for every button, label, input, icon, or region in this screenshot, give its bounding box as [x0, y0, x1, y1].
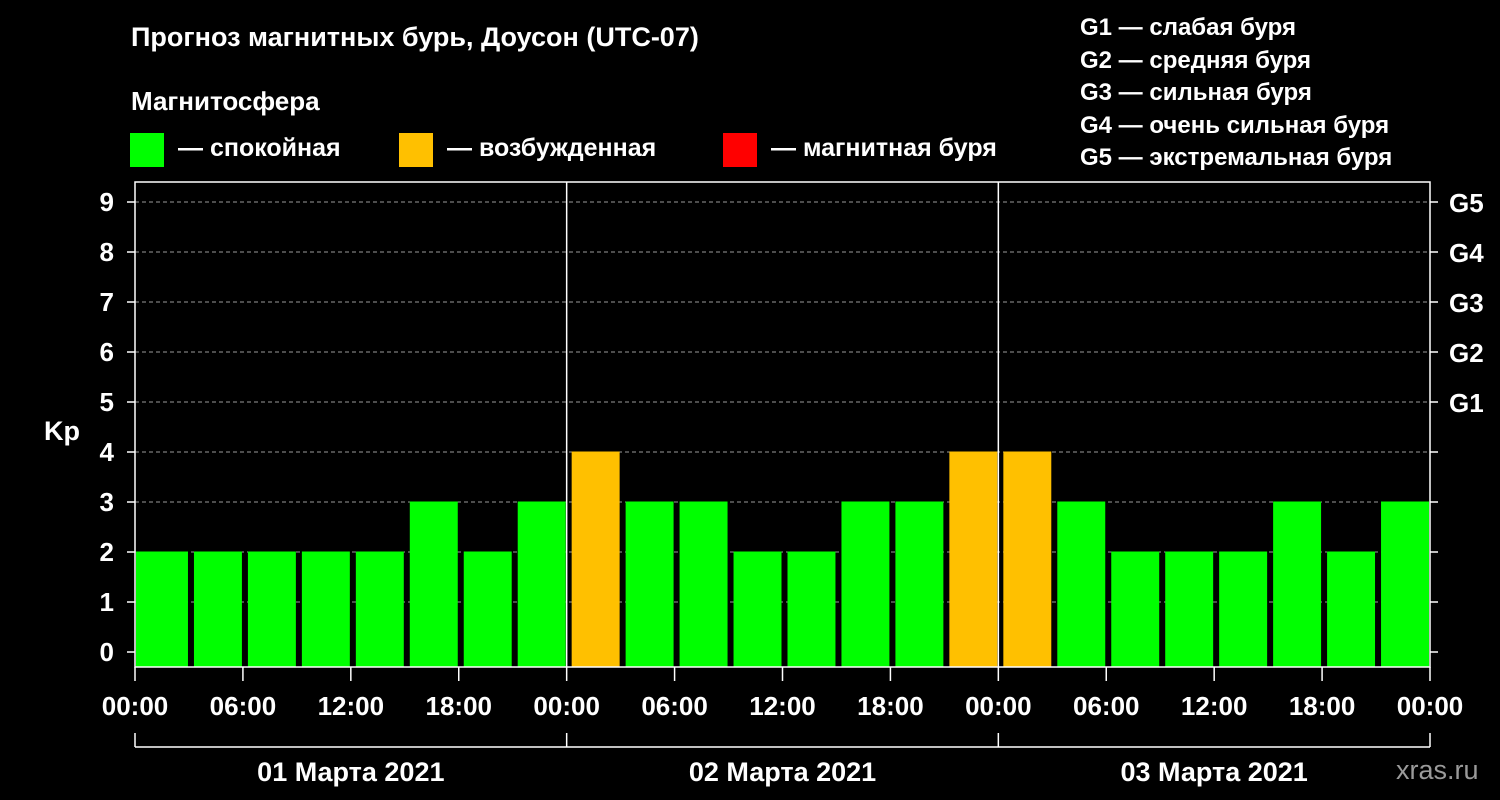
y-axis-label: Kp [44, 416, 80, 446]
g-tick-label: G1 [1449, 388, 1484, 418]
x-tick-label: 06:00 [210, 691, 277, 721]
y-tick-label: 5 [100, 387, 114, 417]
kp-bar [136, 551, 188, 667]
kp-bar [1219, 551, 1268, 667]
kp-bar [841, 501, 890, 667]
watermark: xras.ru [1396, 755, 1479, 785]
kp-bar [355, 551, 404, 667]
kp-bar [517, 501, 566, 667]
x-tick-label: 18:00 [857, 691, 924, 721]
y-tick-label: 7 [100, 287, 114, 317]
x-tick-label: 12:00 [749, 691, 816, 721]
kp-bar [1273, 501, 1322, 667]
g-tick-label: G3 [1449, 288, 1484, 318]
x-tick-label: 00:00 [965, 691, 1032, 721]
day-label: 03 Марта 2021 [1121, 757, 1308, 787]
x-tick-label: 00:00 [533, 691, 600, 721]
kp-bar [1111, 551, 1160, 667]
y-tick-label: 1 [100, 587, 114, 617]
g-tick-label: G4 [1449, 238, 1484, 268]
x-tick-label: 18:00 [426, 691, 493, 721]
kp-bar [193, 551, 242, 667]
kp-bar [247, 551, 296, 667]
kp-bar [895, 501, 944, 667]
day-label: 01 Марта 2021 [257, 757, 444, 787]
y-tick-label: 2 [100, 537, 114, 567]
kp-bar [1327, 551, 1376, 667]
kp-bar [1003, 451, 1052, 667]
kp-bar [1165, 551, 1214, 667]
g-tick-label: G2 [1449, 338, 1484, 368]
kp-bar [571, 451, 620, 667]
y-tick-label: 9 [100, 187, 114, 217]
kp-bar [409, 501, 458, 667]
day-label: 02 Марта 2021 [689, 757, 876, 787]
kp-bar [679, 501, 728, 667]
x-tick-label: 06:00 [641, 691, 708, 721]
g-tick-label: G5 [1449, 188, 1484, 218]
y-tick-label: 0 [100, 637, 114, 667]
y-tick-label: 4 [100, 437, 115, 467]
x-tick-label: 12:00 [1181, 691, 1248, 721]
kp-bar [733, 551, 782, 667]
y-tick-label: 3 [100, 487, 114, 517]
kp-bar [463, 551, 512, 667]
kp-bar [1057, 501, 1106, 667]
kp-bar [787, 551, 836, 667]
x-tick-label: 18:00 [1289, 691, 1356, 721]
x-tick-label: 12:00 [318, 691, 385, 721]
y-tick-label: 6 [100, 337, 114, 367]
kp-bar [1381, 501, 1429, 667]
kp-bar [949, 451, 998, 667]
x-tick-label: 00:00 [102, 691, 169, 721]
kp-bar-chart: 0 1 2 3 4 5 6 7 8 9 G1 G2 G3 G4 G5 Kp 00:00 06:00 12:00 18:… [44, 181, 1484, 787]
kp-bar [301, 551, 350, 667]
y-tick-label: 8 [100, 237, 114, 267]
kp-bar [625, 501, 674, 667]
x-tick-label: 00:00 [1397, 691, 1464, 721]
x-tick-label: 06:00 [1073, 691, 1140, 721]
